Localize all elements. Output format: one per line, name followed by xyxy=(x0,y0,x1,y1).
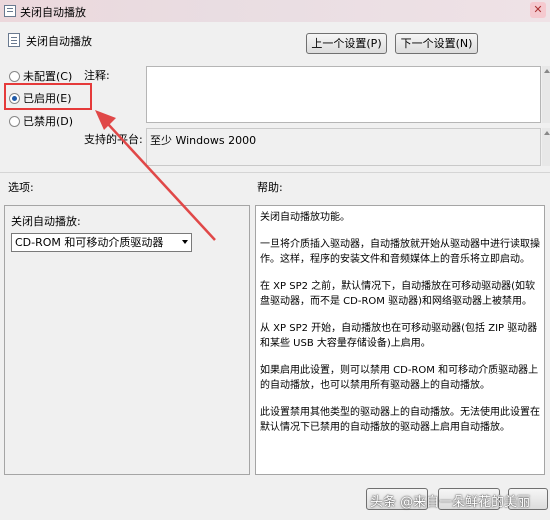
arrow-shaft xyxy=(107,123,216,241)
annotation-arrow xyxy=(95,110,216,241)
arrow-head xyxy=(95,110,116,130)
